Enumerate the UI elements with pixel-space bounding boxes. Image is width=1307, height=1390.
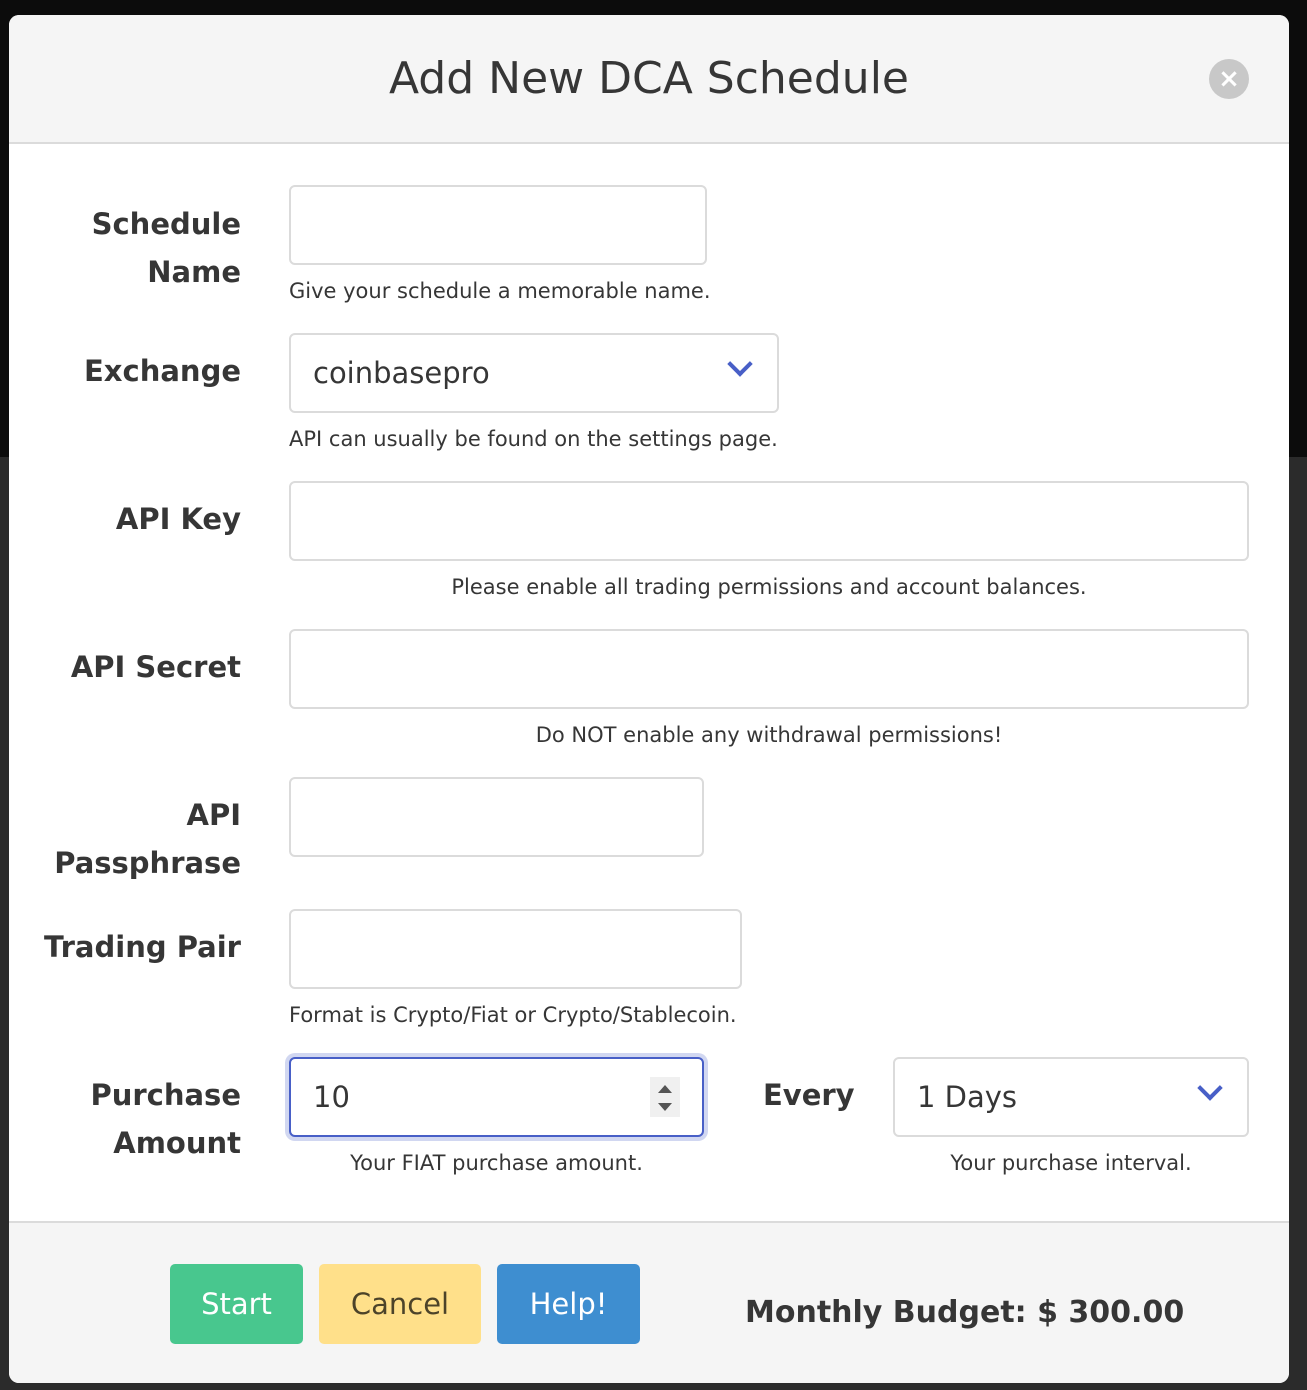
monthly-budget: Monthly Budget: $ 300.00 xyxy=(745,1295,1185,1330)
exchange-select[interactable]: coinbasepro xyxy=(289,333,779,413)
interval-select[interactable]: 1 Days xyxy=(893,1057,1249,1137)
start-button[interactable]: Start xyxy=(170,1264,303,1344)
trading-pair-input[interactable] xyxy=(289,909,742,989)
purchase-amount-label: Purchase Amount xyxy=(90,1078,241,1160)
interval-value: 1 Days xyxy=(917,1080,1018,1114)
schedule-name-help: Give your schedule a memorable name. xyxy=(289,279,711,303)
purchase-amount-input[interactable]: 10 xyxy=(289,1057,704,1137)
exchange-label: Exchange xyxy=(84,354,241,388)
api-key-input[interactable] xyxy=(289,481,1249,561)
modal-header: Add New DCA Schedule × xyxy=(9,15,1289,144)
modal-footer: Start Cancel Help! Monthly Budget: $ 300… xyxy=(9,1221,1289,1383)
api-secret-help: Do NOT enable any withdrawal permissions… xyxy=(535,723,1003,747)
purchase-amount-help: Your FIAT purchase amount. xyxy=(350,1151,643,1175)
api-key-help: Please enable all trading permissions an… xyxy=(451,575,1087,599)
schedule-name-label: Schedule Name xyxy=(91,207,241,289)
api-passphrase-input[interactable] xyxy=(289,777,704,857)
schedule-name-input[interactable] xyxy=(289,185,707,265)
trading-pair-help: Format is Crypto/Fiat or Crypto/Stableco… xyxy=(289,1003,737,1027)
help-button[interactable]: Help! xyxy=(497,1264,640,1344)
chevron-down-icon xyxy=(1197,1075,1223,1101)
modal-title: Add New DCA Schedule xyxy=(388,53,909,104)
exchange-help: API can usually be found on the settings… xyxy=(289,427,778,451)
api-secret-input[interactable] xyxy=(289,629,1249,709)
spinner-down-icon[interactable] xyxy=(658,1103,672,1111)
interval-help: Your purchase interval. xyxy=(950,1151,1192,1175)
number-spinner[interactable] xyxy=(650,1077,680,1117)
exchange-value: coinbasepro xyxy=(313,356,490,390)
api-passphrase-label: API Passphrase xyxy=(54,798,241,880)
purchase-amount-value: 10 xyxy=(313,1080,350,1114)
api-key-label: API Key xyxy=(115,502,241,536)
trading-pair-label: Trading Pair xyxy=(44,930,241,964)
chevron-down-icon xyxy=(727,351,753,377)
cancel-button[interactable]: Cancel xyxy=(319,1264,481,1344)
every-label: Every xyxy=(763,1078,855,1112)
spinner-up-icon[interactable] xyxy=(658,1085,672,1093)
close-icon[interactable]: × xyxy=(1209,59,1249,99)
add-schedule-modal: Add New DCA Schedule × Schedule Name Giv… xyxy=(9,15,1289,1383)
api-secret-label: API Secret xyxy=(70,650,241,684)
